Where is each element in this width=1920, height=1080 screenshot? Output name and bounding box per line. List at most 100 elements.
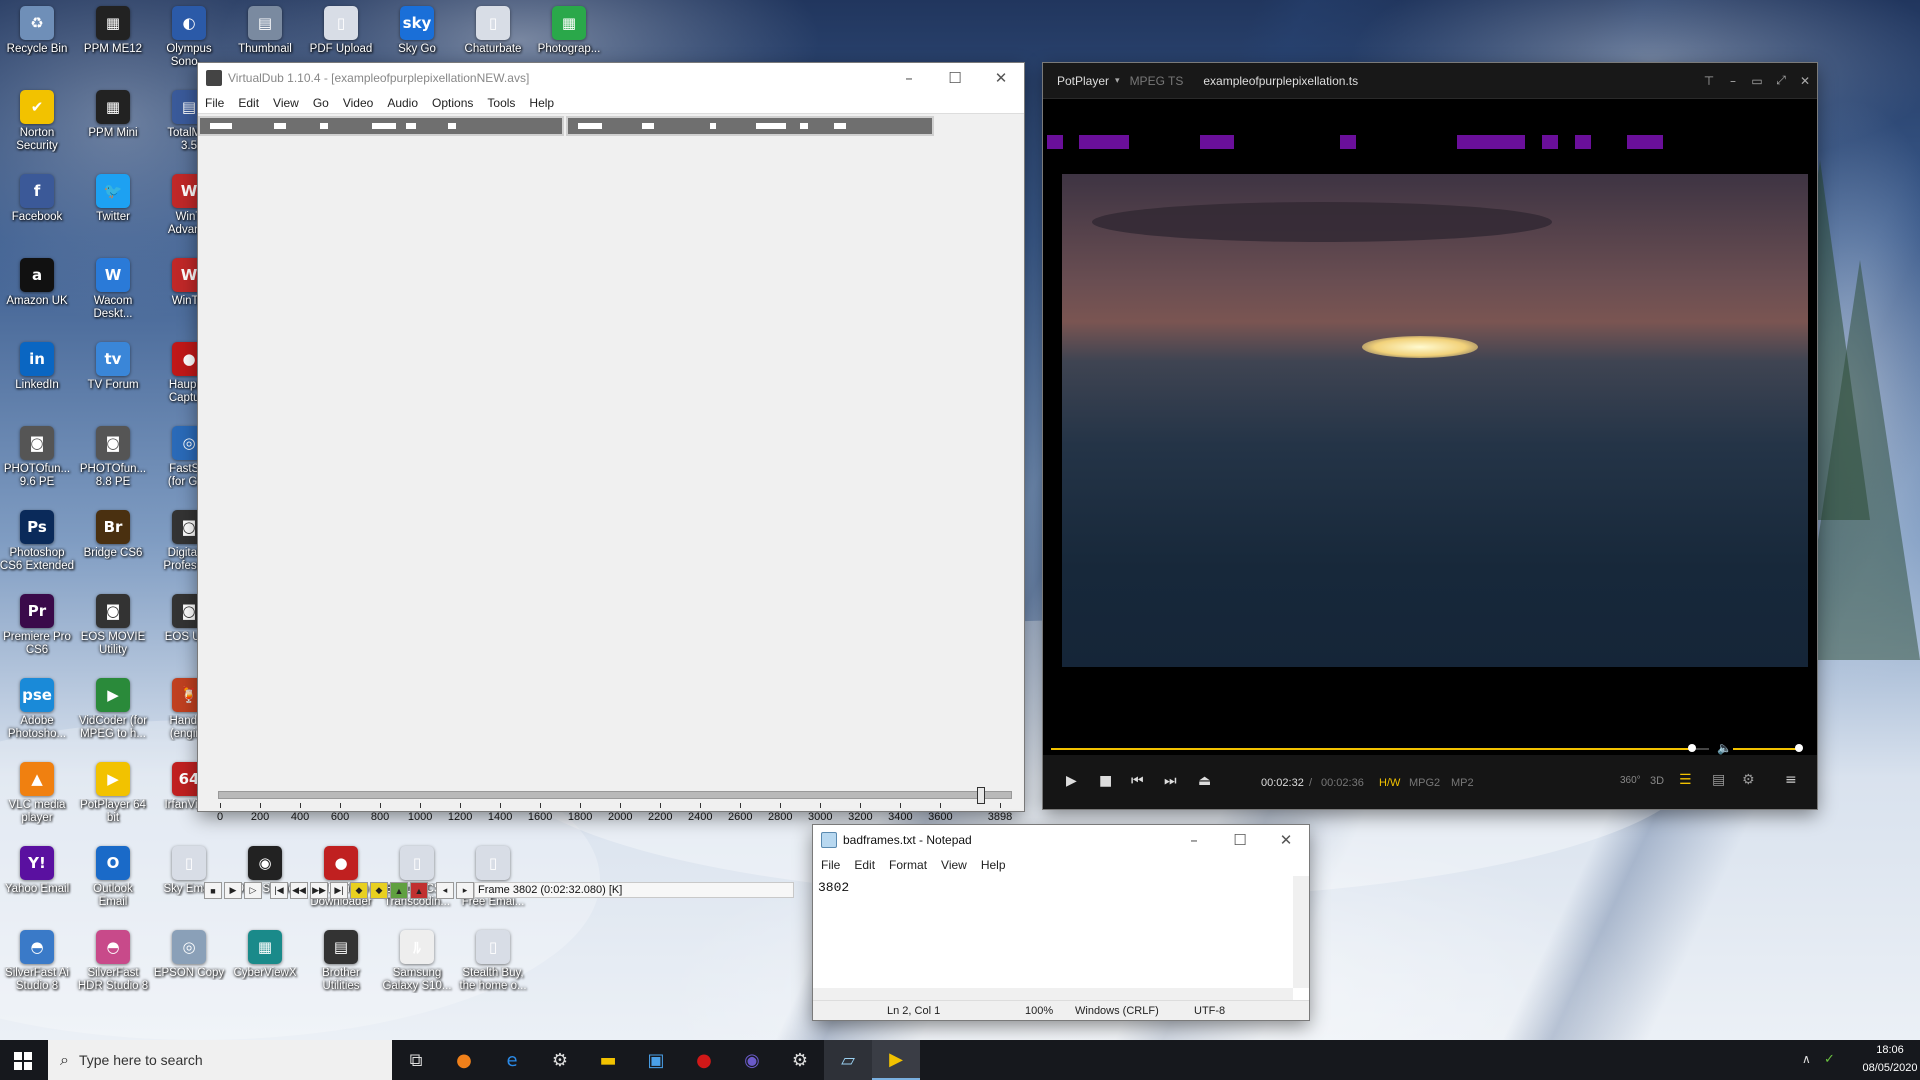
minimize-icon[interactable]: – <box>1721 66 1745 96</box>
desktop-icon[interactable]: Pr Premiere Pro CS6 <box>0 594 74 657</box>
close-icon[interactable]: ✕ <box>978 63 1024 93</box>
step-forward-icon[interactable]: ▶▶ <box>310 882 328 899</box>
eject-icon[interactable]: ⏏ <box>1198 773 1211 789</box>
desktop-icon[interactable]: tv TV Forum <box>76 342 150 392</box>
play-output-icon[interactable]: ▷ <box>244 882 262 899</box>
potplayer-brand[interactable]: PotPlayer <box>1057 74 1109 88</box>
seek-handle[interactable] <box>1688 744 1697 752</box>
vr-360-icon[interactable]: 360° <box>1620 775 1641 786</box>
play-icon[interactable]: ▶ <box>1066 773 1077 789</box>
vertical-scrollbar[interactable] <box>1293 876 1309 988</box>
desktop-icon[interactable]: ▶ PotPlayer 64 bit <box>76 762 150 825</box>
timeline-thumb[interactable] <box>976 787 985 804</box>
close-icon[interactable]: ✕ <box>1263 825 1309 855</box>
desktop-icon[interactable]: ◎ EPSON Copy <box>152 930 226 980</box>
desktop-icon[interactable]: ▦ PPM ME12 <box>76 6 150 56</box>
desktop-icon[interactable]: 🐦 Twitter <box>76 174 150 224</box>
fullscreen-icon[interactable]: ⤢ <box>1769 66 1793 96</box>
desktop-icon[interactable]: ✔ Norton Security <box>0 90 74 153</box>
desktop-icon[interactable]: W Wacom Deskt... <box>76 258 150 321</box>
horizontal-scrollbar[interactable] <box>813 988 1293 1000</box>
desktop-icon[interactable]: ▯ PDF Upload <box>304 6 378 56</box>
video-frame[interactable] <box>1062 174 1808 667</box>
menu-icon[interactable]: ≡ <box>1785 772 1797 788</box>
menu-item[interactable]: Help <box>522 96 561 110</box>
stop-icon[interactable]: ■ <box>204 882 222 899</box>
video-codec-badge[interactable]: MPG2 <box>1409 777 1440 789</box>
desktop-icon[interactable]: pse Adobe Photosho... <box>0 678 74 741</box>
playlist-search-icon[interactable]: ☰ <box>1679 772 1692 788</box>
desktop-icon[interactable]: ▤ Brother Utilities <box>304 930 378 993</box>
settings-gear-icon[interactable]: ⚙ <box>536 1040 584 1080</box>
maximize-icon[interactable]: ☐ <box>1217 825 1263 855</box>
desktop-icon[interactable]: f Facebook <box>0 174 74 224</box>
menu-item[interactable]: Audio <box>380 96 425 110</box>
menu-item[interactable]: Options <box>425 96 480 110</box>
task-view-icon[interactable]: ⧉ <box>392 1040 440 1080</box>
go-end-icon[interactable]: ▶| <box>330 882 348 899</box>
volume-handle[interactable] <box>1795 744 1803 752</box>
desktop-icon[interactable]: Br Bridge CS6 <box>76 510 150 560</box>
pin-icon[interactable]: ⊤ <box>1697 66 1721 96</box>
menu-item[interactable]: Edit <box>231 96 266 110</box>
input-video-pane[interactable] <box>198 116 564 136</box>
tray-chevron-icon[interactable]: ∧ <box>1802 1052 1811 1066</box>
output-video-pane[interactable] <box>566 116 934 136</box>
desktop-icon[interactable]: ♻ Recycle Bin <box>0 6 74 56</box>
scene-prev-icon[interactable]: ▲ <box>390 882 408 899</box>
menu-item[interactable]: File <box>814 858 847 872</box>
maximize-icon[interactable]: ☐ <box>932 63 978 93</box>
minimize-icon[interactable]: – <box>1171 825 1217 855</box>
desktop-icon[interactable]: ▤ Thumbnail <box>228 6 302 56</box>
go-start-icon[interactable]: |◀ <box>270 882 288 899</box>
chevron-down-icon[interactable]: ▾ <box>1115 75 1120 86</box>
notepad-taskbar-icon[interactable]: ▱ <box>824 1040 872 1080</box>
menu-item[interactable]: Video <box>336 96 380 110</box>
potplayer-taskbar-icon[interactable]: ▶ <box>872 1040 920 1080</box>
step-back-icon[interactable]: ◀◀ <box>290 882 308 899</box>
desktop-icon[interactable]: ▦ Photograp... <box>532 6 606 56</box>
desktop-icon[interactable]: ●YTD Video Downloader <box>304 846 378 909</box>
maximize-icon[interactable]: ▭ <box>1745 66 1769 96</box>
edge-icon[interactable]: e <box>488 1040 536 1080</box>
desktop-icon[interactable]: ▶ VidCoder (for MPEG to h... <box>76 678 150 741</box>
desktop-icon[interactable]: O Outlook Email <box>76 846 150 909</box>
desktop-icon[interactable]: ▲ VLC media player <box>0 762 74 825</box>
volume-icon[interactable]: 🔈 <box>1717 741 1732 755</box>
media-eye-icon[interactable]: ◉ <box>728 1040 776 1080</box>
seek-bar[interactable] <box>1051 748 1709 750</box>
timeline-track[interactable] <box>218 791 1012 799</box>
desktop-icon[interactable]: ◐ Olympus Sono... <box>152 6 226 69</box>
next-icon[interactable]: ⏭ <box>1164 773 1177 789</box>
firefox-icon[interactable]: ● <box>440 1040 488 1080</box>
close-icon[interactable]: ✕ <box>1793 66 1817 96</box>
volume-bar[interactable] <box>1733 748 1799 750</box>
desktop-icon[interactable]: Ps Photoshop CS6 Extended <box>0 510 74 573</box>
app-window-icon[interactable]: ▣ <box>632 1040 680 1080</box>
key-prev-icon[interactable]: ◆ <box>350 882 368 899</box>
desktop-icon[interactable]: ◓ SilverFast HDR Studio 8 <box>76 930 150 993</box>
desktop-icon[interactable]: ▯mail.com - Free Emai... <box>456 846 530 909</box>
play-input-icon[interactable]: ▶ <box>224 882 242 899</box>
menu-item[interactable]: Go <box>306 96 336 110</box>
file-explorer-icon[interactable]: ▬ <box>584 1040 632 1080</box>
settings-gear-icon[interactable]: ⚙ <box>1742 772 1755 788</box>
desktop-icon[interactable]: ◙ PHOTOfun... 9.6 PE <box>0 426 74 489</box>
tray-app-icon[interactable]: ✓ <box>1824 1051 1835 1067</box>
desktop-icon[interactable]: ▦ PPM Mini <box>76 90 150 140</box>
desktop-icon[interactable]: ▯Encore CS6 Transcodin... <box>380 846 454 909</box>
desktop-icon[interactable]: ◓ SilverFast Ai Studio 8 <box>0 930 74 993</box>
menu-item[interactable]: Tools <box>480 96 522 110</box>
mark-out-icon[interactable]: ▸ <box>456 882 474 899</box>
record-icon[interactable]: ● <box>680 1040 728 1080</box>
menu-item[interactable]: Edit <box>847 858 882 872</box>
menu-item[interactable]: Help <box>974 858 1013 872</box>
desktop-icon[interactable]: ◙ EOS MOVIE Utility <box>76 594 150 657</box>
stop-icon[interactable]: ■ <box>1099 773 1112 789</box>
desktop-icon[interactable]: ▯ Chaturbate <box>456 6 530 56</box>
clock-time[interactable]: 18:06 <box>1866 1044 1914 1056</box>
menu-item[interactable]: View <box>934 858 974 872</box>
menu-item[interactable]: View <box>266 96 306 110</box>
minimize-icon[interactable]: – <box>886 63 932 93</box>
desktop-icon[interactable]: in LinkedIn <box>0 342 74 392</box>
